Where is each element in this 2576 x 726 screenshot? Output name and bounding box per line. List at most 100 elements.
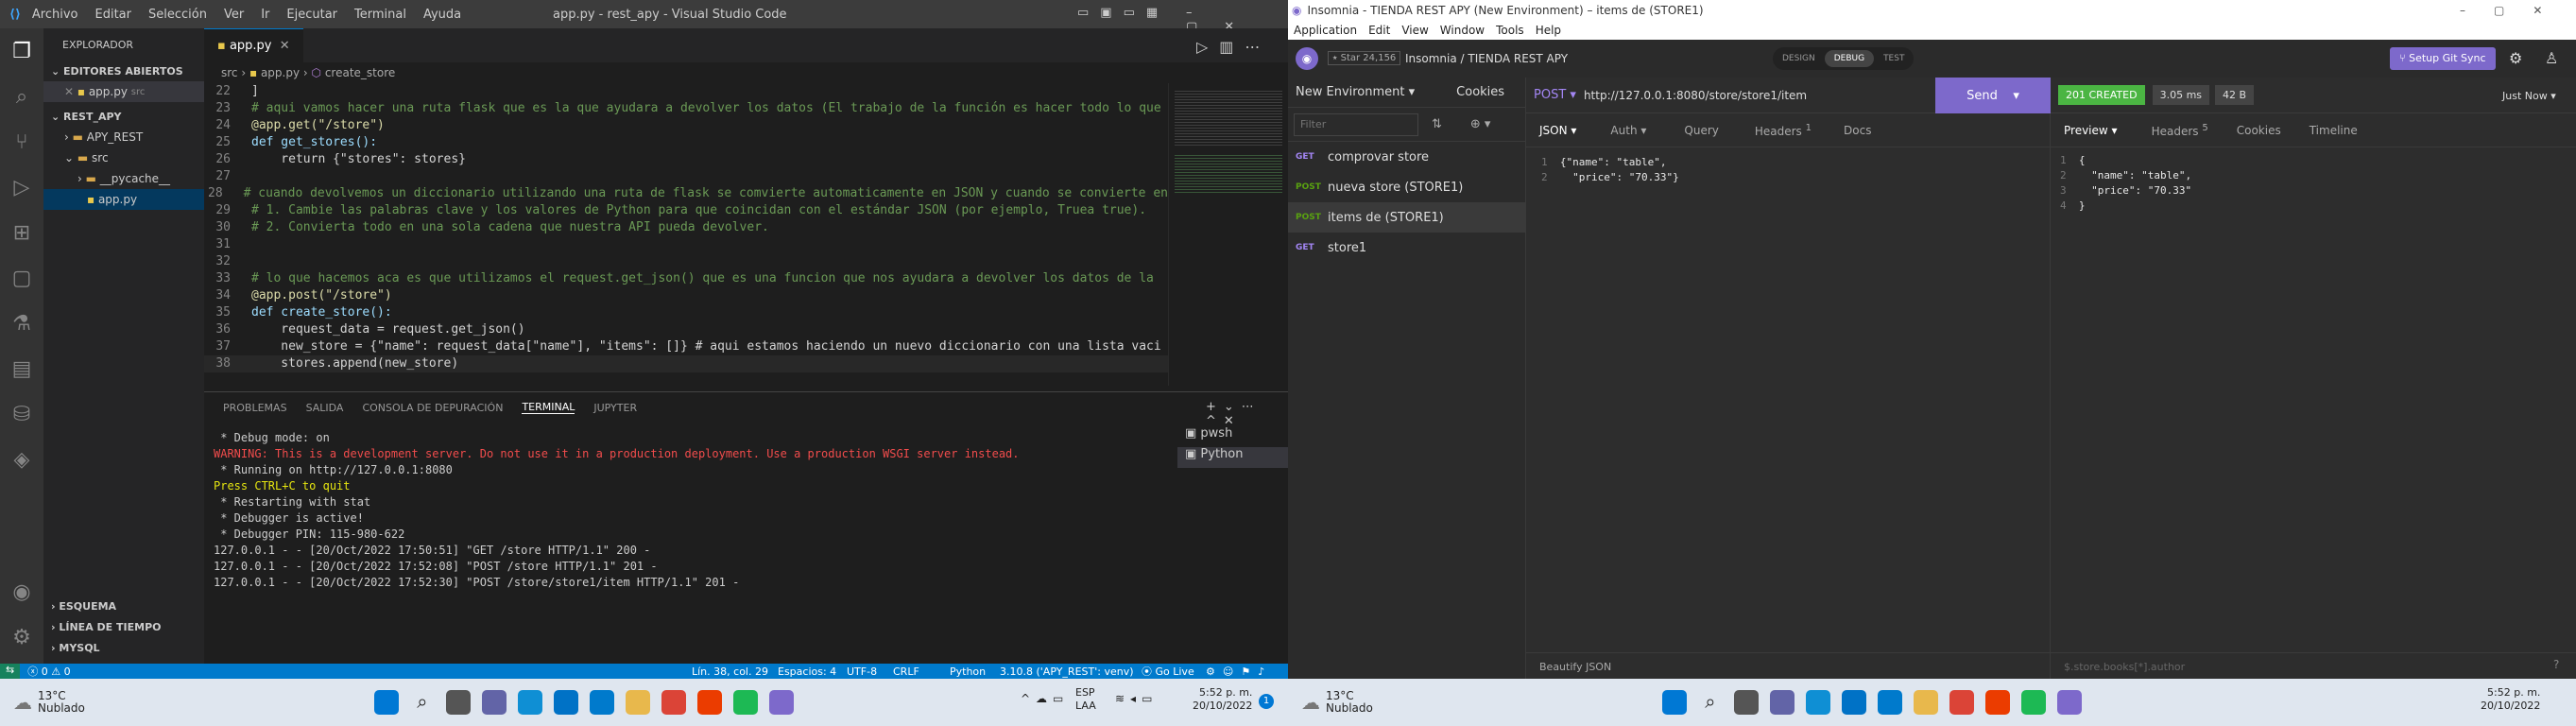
keyboard-layout[interactable]: LAA — [1075, 700, 1096, 712]
help-icon[interactable]: ? — [2553, 658, 2559, 671]
url-input[interactable]: http://127.0.0.1:8080/store/store1/item — [1584, 89, 1807, 102]
request-body-editor[interactable]: 1 {"name": "table", 2 "price": "70.33"} — [1526, 147, 2050, 185]
tab-json[interactable]: JSON ▾ — [1539, 124, 1576, 137]
add-request-icon[interactable]: ⊕ ▾ — [1470, 117, 1491, 131]
history-dropdown[interactable]: Just Now ▾ — [2502, 90, 2556, 102]
menu-item[interactable]: Editar — [95, 8, 132, 22]
tab-docs[interactable]: Docs — [1844, 124, 1871, 137]
open-editors-header[interactable]: ⌄ EDITORES ABIERTOS — [43, 60, 204, 81]
response-preview[interactable]: 1 {2 "name": "table", 3 "price": "70.33" 4… — [2051, 147, 2576, 214]
panel-tab[interactable]: PROBLEMAS — [223, 402, 287, 414]
windows-start-icon[interactable] — [373, 690, 399, 715]
request-item[interactable]: GET store1 — [1288, 233, 1525, 263]
tree-folder-pycache[interactable]: › ▬ __pycache__ — [43, 168, 204, 189]
notification-badge[interactable]: 1 — [1259, 694, 1274, 709]
account-icon[interactable]: ◉ — [0, 569, 43, 614]
menu-item[interactable]: Selección — [148, 8, 207, 22]
insomnia-logo-icon[interactable]: ◉ — [1296, 47, 1318, 70]
taskview-icon[interactable] — [445, 690, 471, 715]
run-debug-icon[interactable]: ▷ — [0, 164, 43, 210]
code-editor[interactable]: 22] 23 # aqui vamos hacer una ruta flask q… — [204, 83, 1168, 386]
windows-start-icon[interactable] — [1661, 690, 1687, 715]
request-item[interactable]: POST items de (STORE1) — [1288, 202, 1525, 233]
tab-headers[interactable]: Headers 5 — [2152, 123, 2208, 138]
testing-icon[interactable]: ⚗ — [0, 301, 43, 346]
response-filter-input[interactable]: $.store.books[*].author — [2051, 652, 2576, 679]
lang[interactable]: ESP — [1075, 686, 1095, 699]
insomnia-icon[interactable] — [768, 690, 794, 715]
database-icon[interactable]: ⛁ — [0, 391, 43, 437]
chrome-icon[interactable] — [1949, 690, 1974, 715]
indentation[interactable]: Espacios: 4 — [778, 666, 836, 678]
clock-time[interactable]: 5:52 p. m. — [1199, 686, 1252, 699]
menu-item[interactable]: Help — [1536, 24, 1561, 37]
menu-item[interactable]: Ejecutar — [286, 8, 337, 22]
remote-icon[interactable]: ▢ — [0, 255, 43, 301]
git-sync-button[interactable]: ⑂ Setup Git Sync — [2390, 47, 2496, 70]
spotify-icon[interactable] — [732, 690, 758, 715]
office-icon[interactable] — [1984, 690, 2010, 715]
explorer-icon[interactable]: ❐ — [0, 28, 43, 74]
account-icon[interactable]: ♙ — [2545, 49, 2558, 67]
minimap[interactable] — [1168, 83, 1288, 386]
menu-item[interactable]: Window — [1440, 24, 1485, 37]
system-icons[interactable]: ≋◂▭ — [1115, 692, 1158, 705]
docs-icon[interactable]: ▤ — [0, 346, 43, 391]
workspace-breadcrumb[interactable]: Insomnia / TIENDA REST APY — [1405, 52, 1568, 65]
method-select[interactable]: POST ▾ — [1534, 88, 1576, 102]
request-item[interactable]: POST nueva store (STORE1) — [1288, 172, 1525, 202]
close-icon[interactable]: ✕ — [280, 39, 290, 53]
crumb-item[interactable]: app.py — [261, 66, 300, 79]
crumb-item[interactable]: create_store — [325, 66, 395, 79]
beautify-button[interactable]: Beautify JSON — [1526, 652, 2051, 679]
editor-actions[interactable]: ▷▥⋯ — [1196, 38, 1271, 56]
teams-icon[interactable] — [1769, 690, 1795, 715]
panel-actions[interactable]: +⌄⋯^✕ — [1206, 400, 1288, 428]
window-controls[interactable]: –▢✕ — [2460, 4, 2570, 17]
vscode-icon[interactable] — [589, 690, 614, 715]
spotify-icon[interactable] — [2020, 690, 2046, 715]
send-button[interactable]: Send ▾ — [1935, 78, 2051, 113]
vscode-icon[interactable] — [1877, 690, 1902, 715]
cursor-position[interactable]: Lín. 38, col. 29 — [692, 666, 768, 678]
office-icon[interactable] — [696, 690, 722, 715]
extensions-icon[interactable]: ⊞ — [0, 210, 43, 255]
menu-item[interactable]: Archivo — [32, 8, 78, 22]
search-icon[interactable]: ⌕ — [0, 74, 43, 119]
timeline-section[interactable]: › LÍNEA DE TIEMPO — [51, 616, 161, 637]
status-icons[interactable]: ⚙☺⚑♪ — [1206, 666, 1272, 678]
tab-timeline[interactable]: Timeline — [2310, 124, 2358, 137]
tray-icons[interactable]: ^☁▭ — [1021, 692, 1069, 705]
tab-query[interactable]: Query — [1684, 124, 1718, 137]
request-item[interactable]: GET comprovar store — [1288, 142, 1525, 172]
remote-indicator[interactable]: ⇆ — [0, 664, 21, 679]
encoding[interactable]: UTF-8 — [847, 666, 877, 678]
clock-time[interactable]: 5:52 p. m. — [2487, 686, 2540, 699]
chrome-icon[interactable] — [661, 690, 686, 715]
menu-item[interactable]: Ver — [224, 8, 244, 22]
language-mode[interactable]: Python — [950, 666, 986, 678]
menu-item[interactable]: Ayuda — [423, 8, 461, 22]
panel-tab[interactable]: SALIDA — [306, 402, 344, 414]
github-star[interactable]: ⭑ Star 24,156 — [1328, 51, 1401, 65]
tree-folder-src[interactable]: ⌄ ▬ src — [43, 147, 204, 168]
edge-icon[interactable] — [517, 690, 542, 715]
mail-icon[interactable] — [1841, 690, 1866, 715]
gear-icon[interactable]: ⚙ — [2509, 49, 2522, 67]
menu-item[interactable]: Terminal — [354, 8, 406, 22]
explorer-icon[interactable] — [1913, 690, 1938, 715]
menu-item[interactable]: Tools — [1496, 24, 1524, 37]
search-icon[interactable]: ⌕ — [410, 690, 435, 715]
layout-icons[interactable]: ▭▣▭▦ — [1077, 6, 1169, 20]
mode-design[interactable]: DESIGN — [1773, 54, 1825, 63]
shell-python[interactable]: ▣ Python — [1177, 447, 1288, 468]
mail-icon[interactable] — [553, 690, 578, 715]
clock-date[interactable]: 20/10/2022 — [2481, 700, 2540, 712]
crumb-item[interactable]: src — [221, 66, 238, 79]
tab-headers[interactable]: Headers 1 — [1755, 123, 1812, 138]
search-icon[interactable]: ⌕ — [1698, 690, 1723, 715]
eol[interactable]: CRLF — [893, 666, 919, 678]
source-control-icon[interactable]: ⑂ — [0, 119, 43, 164]
shell-pwsh[interactable]: ▣ pwsh — [1177, 426, 1288, 447]
cookies-button[interactable]: Cookies — [1456, 85, 1504, 99]
